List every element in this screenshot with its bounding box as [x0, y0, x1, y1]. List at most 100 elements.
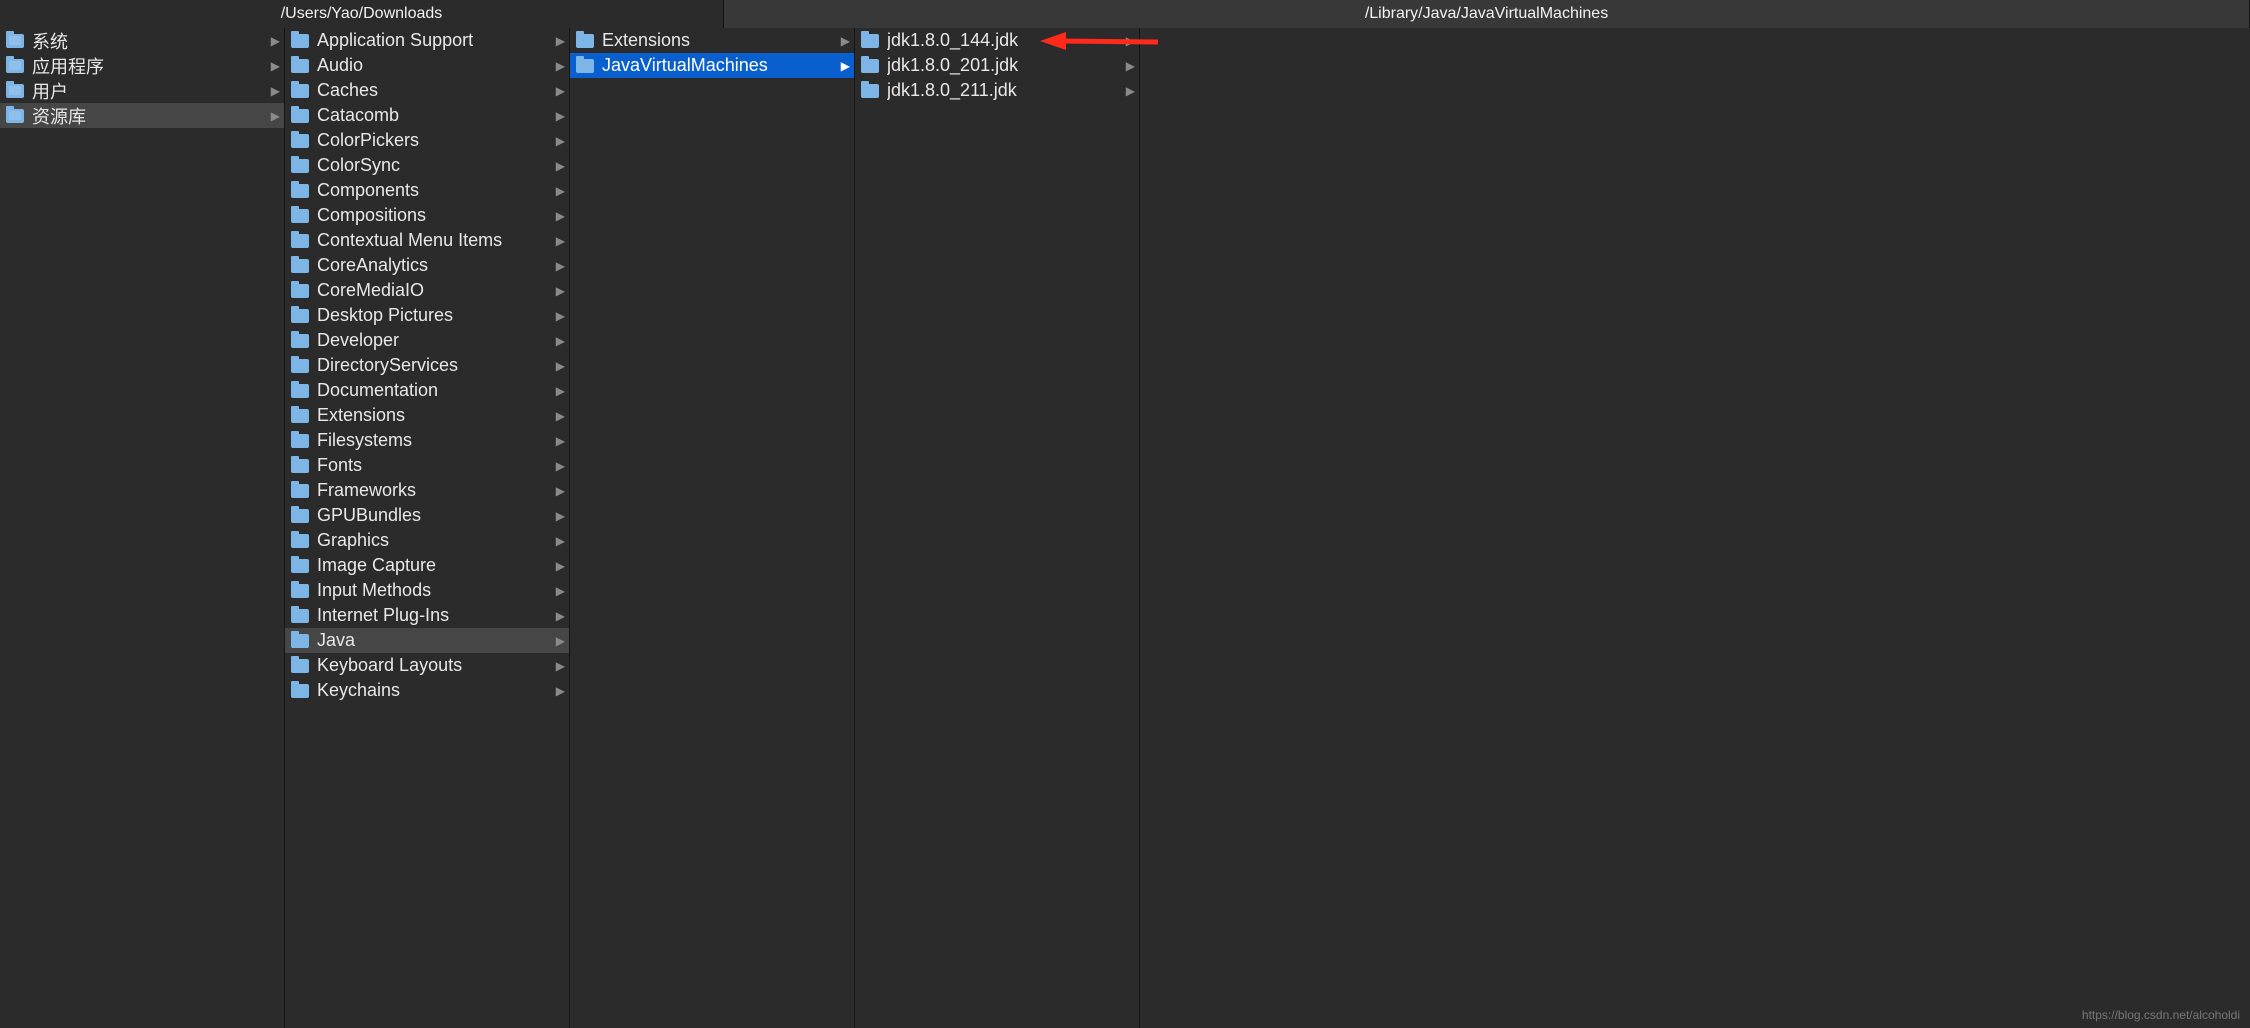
item-label: Extensions: [317, 405, 552, 426]
column-1[interactable]: 系统 ▶ 应用程序▶用户▶资源库 ▶: [0, 28, 285, 1028]
list-item[interactable]: Documentation ▶: [285, 378, 569, 403]
list-item[interactable]: ColorSync ▶: [285, 153, 569, 178]
folder-icon: [576, 59, 594, 73]
list-item[interactable]: Catacomb▶: [285, 103, 569, 128]
list-item[interactable]: Audio▶: [285, 53, 569, 78]
list-item[interactable]: GPUBundles ▶: [285, 503, 569, 528]
item-label: JavaVirtualMachines: [602, 55, 837, 76]
chevron-right-icon: ▶: [556, 84, 565, 98]
item-label: DirectoryServices: [317, 355, 552, 376]
list-item[interactable]: 应用程序▶: [0, 53, 284, 78]
item-label: GPUBundles: [317, 505, 552, 526]
folder-icon: [6, 84, 24, 98]
list-item[interactable]: Keychains▶: [285, 678, 569, 703]
item-label: 资源库: [32, 103, 267, 129]
item-label: Fonts: [317, 455, 552, 476]
list-item[interactable]: JavaVirtualMachines▶: [570, 53, 854, 78]
tab-bar: /Users/Yao/Downloads /Library/Java/JavaV…: [0, 0, 2250, 28]
column-3[interactable]: Extensions▶JavaVirtualMachines▶: [570, 28, 855, 1028]
item-label: Input Methods: [317, 580, 552, 601]
folder-icon: [6, 109, 24, 123]
chevron-right-icon: ▶: [556, 259, 565, 273]
item-label: Java: [317, 630, 552, 651]
list-item[interactable]: DirectoryServices ▶: [285, 353, 569, 378]
list-item[interactable]: Extensions ▶: [285, 403, 569, 428]
list-item[interactable]: jdk1.8.0_144.jdk ▶: [855, 28, 1139, 53]
item-label: Extensions: [602, 30, 837, 51]
chevron-right-icon: ▶: [271, 109, 280, 123]
item-label: Documentation: [317, 380, 552, 401]
list-item[interactable]: Contextual Menu Items ▶: [285, 228, 569, 253]
list-item[interactable]: Filesystems▶: [285, 428, 569, 453]
list-item[interactable]: Extensions▶: [570, 28, 854, 53]
item-label: Keyboard Layouts: [317, 655, 552, 676]
item-label: Image Capture: [317, 555, 552, 576]
item-label: CoreMediaIO: [317, 280, 552, 301]
chevron-right-icon: ▶: [556, 309, 565, 323]
chevron-right-icon: ▶: [556, 409, 565, 423]
list-item[interactable]: Desktop Pictures ▶: [285, 303, 569, 328]
list-item[interactable]: Components▶: [285, 178, 569, 203]
item-label: 系统: [32, 28, 267, 54]
chevron-right-icon: ▶: [1126, 34, 1135, 48]
list-item[interactable]: Graphics▶: [285, 528, 569, 553]
item-label: Desktop Pictures: [317, 305, 552, 326]
list-item[interactable]: Frameworks▶: [285, 478, 569, 503]
chevron-right-icon: ▶: [556, 159, 565, 173]
column-4[interactable]: jdk1.8.0_144.jdk ▶ jdk1.8.0_201.jdk▶jdk1.8…: [855, 28, 1140, 1028]
item-label: jdk1.8.0_211.jdk: [887, 80, 1122, 101]
folder-icon: [291, 84, 309, 98]
list-item[interactable]: Input Methods▶: [285, 578, 569, 603]
folder-icon: [291, 34, 309, 48]
item-label: ColorSync: [317, 155, 552, 176]
watermark: https://blog.csdn.net/alcoholdi: [2082, 1008, 2240, 1022]
chevron-right-icon: ▶: [556, 659, 565, 673]
item-label: 应用程序: [32, 53, 267, 79]
list-item[interactable]: 资源库 ▶: [0, 103, 284, 128]
chevron-right-icon: ▶: [556, 234, 565, 248]
chevron-right-icon: ▶: [271, 34, 280, 48]
list-item[interactable]: ColorPickers ▶: [285, 128, 569, 153]
list-item[interactable]: jdk1.8.0_201.jdk▶: [855, 53, 1139, 78]
list-item[interactable]: Developer▶: [285, 328, 569, 353]
column-view: 系统▶应用程序▶用户▶资源库▶ Application Support▶Audi…: [0, 28, 2250, 1028]
list-item[interactable]: 用户▶: [0, 78, 284, 103]
list-item[interactable]: jdk1.8.0_211.jdk▶: [855, 78, 1139, 103]
list-item[interactable]: Java▶: [285, 628, 569, 653]
folder-icon: [291, 634, 309, 648]
list-item[interactable]: CoreAnalytics▶: [285, 253, 569, 278]
column-2[interactable]: Application Support▶Audio▶Caches▶Catacom…: [285, 28, 570, 1028]
item-label: Filesystems: [317, 430, 552, 451]
folder-icon: [291, 434, 309, 448]
item-label: ColorPickers: [317, 130, 552, 151]
folder-icon: [291, 509, 309, 523]
tab-left[interactable]: /Users/Yao/Downloads: [0, 0, 724, 28]
item-label: Compositions: [317, 205, 552, 226]
column-empty: [1140, 28, 2250, 1028]
list-item[interactable]: 系统 ▶: [0, 28, 284, 53]
chevron-right-icon: ▶: [556, 109, 565, 123]
item-label: jdk1.8.0_144.jdk: [887, 30, 1122, 51]
list-item[interactable]: Internet Plug-Ins▶: [285, 603, 569, 628]
chevron-right-icon: ▶: [556, 359, 565, 373]
chevron-right-icon: ▶: [556, 184, 565, 198]
list-item[interactable]: Image Capture▶: [285, 553, 569, 578]
folder-icon: [291, 559, 309, 573]
folder-icon: [291, 184, 309, 198]
item-label: Contextual Menu Items: [317, 230, 552, 251]
folder-icon: [291, 359, 309, 373]
chevron-right-icon: ▶: [556, 684, 565, 698]
list-item[interactable]: Application Support▶: [285, 28, 569, 53]
item-label: Caches: [317, 80, 552, 101]
chevron-right-icon: ▶: [556, 384, 565, 398]
list-item[interactable]: CoreMediaIO▶: [285, 278, 569, 303]
chevron-right-icon: ▶: [556, 334, 565, 348]
list-item[interactable]: Caches ▶: [285, 78, 569, 103]
chevron-right-icon: ▶: [556, 134, 565, 148]
tab-right[interactable]: /Library/Java/JavaVirtualMachines: [724, 0, 2250, 28]
list-item[interactable]: Keyboard Layouts ▶: [285, 653, 569, 678]
item-label: Graphics: [317, 530, 552, 551]
list-item[interactable]: Fonts▶: [285, 453, 569, 478]
chevron-right-icon: ▶: [556, 509, 565, 523]
list-item[interactable]: Compositions▶: [285, 203, 569, 228]
